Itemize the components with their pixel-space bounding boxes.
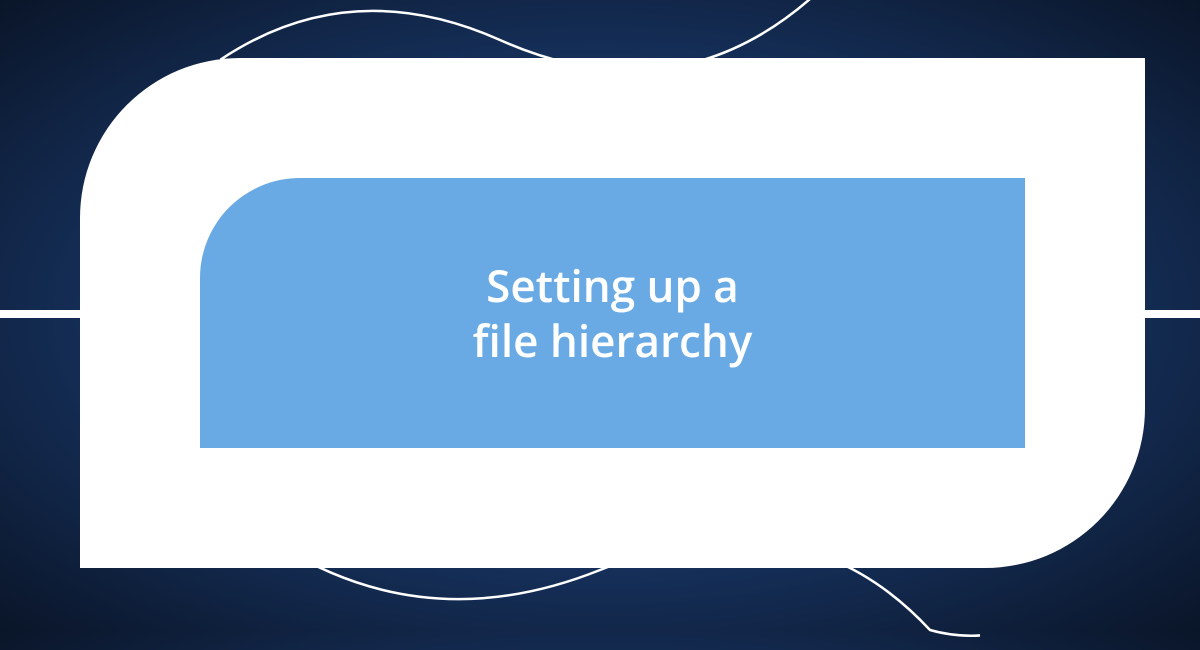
- inner-panel: Setting up a file hierarchy: [200, 178, 1025, 448]
- title-line-2: file hierarchy: [473, 310, 753, 370]
- title-line-1: Setting up a: [486, 255, 739, 315]
- bg-stripe-right: [1145, 310, 1200, 318]
- bg-stripe-left: [0, 310, 80, 318]
- page-title: Setting up a file hierarchy: [473, 258, 753, 368]
